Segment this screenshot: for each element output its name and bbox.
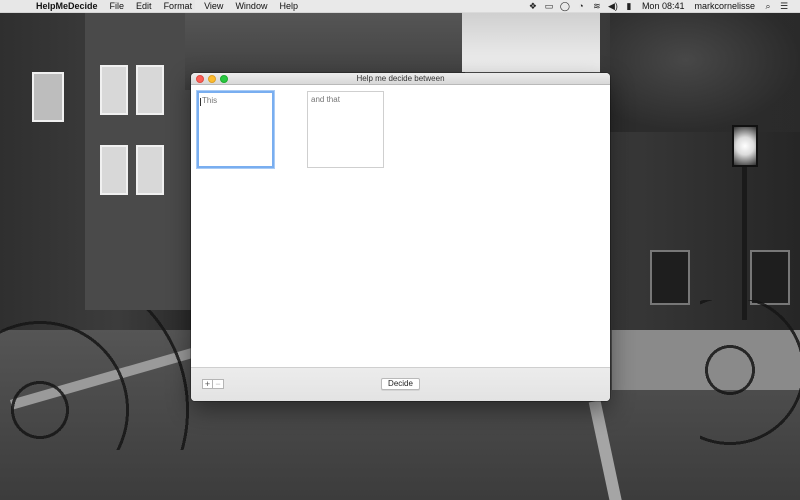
wallpaper-sky xyxy=(462,12,612,72)
option-a-field[interactable] xyxy=(197,91,274,168)
menu-bar: HelpMeDecide File Edit Format View Windo… xyxy=(0,0,800,13)
spotlight-search-icon[interactable]: ⌕ xyxy=(760,0,776,13)
wallpaper-window xyxy=(136,145,164,195)
wallpaper-window xyxy=(32,72,64,122)
app-window: Help me decide between + − Decide xyxy=(191,73,610,401)
decide-button[interactable]: Decide xyxy=(381,378,420,390)
menu-app-name[interactable]: HelpMeDecide xyxy=(30,0,104,13)
window-bottom-bar: + − Decide xyxy=(191,367,610,401)
wallpaper-trees xyxy=(610,12,800,132)
add-option-button[interactable]: + xyxy=(202,379,213,389)
wallpaper-window xyxy=(100,145,128,195)
messages-icon[interactable]: ◯ xyxy=(557,0,573,13)
menu-window[interactable]: Window xyxy=(229,0,273,13)
close-window-button[interactable] xyxy=(196,75,204,83)
wallpaper-lamp-post xyxy=(742,160,747,320)
menu-help[interactable]: Help xyxy=(273,0,304,13)
airplay-icon[interactable]: ▭ xyxy=(541,0,557,13)
wallpaper-street-lamp xyxy=(732,125,758,167)
menu-user-name[interactable]: markcornelisse xyxy=(689,0,760,13)
menu-bar-left: HelpMeDecide File Edit Format View Windo… xyxy=(0,0,304,13)
minimize-window-button[interactable] xyxy=(208,75,216,83)
remove-option-button[interactable]: − xyxy=(213,379,224,389)
notification-center-icon[interactable]: ☰ xyxy=(776,0,792,13)
menu-view[interactable]: View xyxy=(198,0,229,13)
wallpaper-window xyxy=(100,65,128,115)
menu-edit[interactable]: Edit xyxy=(130,0,158,13)
menu-clock[interactable]: Mon 08:41 xyxy=(637,0,690,13)
wallpaper-window xyxy=(136,65,164,115)
window-titlebar[interactable]: Help me decide between xyxy=(191,73,610,85)
wifi-icon[interactable]: ≋ xyxy=(589,0,605,13)
option-b-field[interactable] xyxy=(307,91,384,168)
dropbox-icon[interactable]: ❖ xyxy=(525,0,541,13)
wallpaper-shop-window xyxy=(650,250,690,305)
window-content xyxy=(191,85,610,367)
time-machine-icon[interactable]: ◔ xyxy=(573,0,589,13)
menu-file[interactable]: File xyxy=(104,0,131,13)
battery-icon[interactable]: ▮ xyxy=(621,0,637,13)
wallpaper-shop-window xyxy=(750,250,790,305)
zoom-window-button[interactable] xyxy=(220,75,228,83)
text-cursor xyxy=(200,98,201,106)
volume-icon[interactable]: ◀) xyxy=(605,0,621,13)
window-title: Help me decide between xyxy=(356,74,445,83)
wallpaper-bicycles-right xyxy=(700,300,800,450)
wallpaper-bicycles-left xyxy=(0,310,195,450)
menu-format[interactable]: Format xyxy=(158,0,199,13)
menu-bar-right: ❖ ▭ ◯ ◔ ≋ ◀) ▮ Mon 08:41 markcornelisse … xyxy=(525,0,800,13)
